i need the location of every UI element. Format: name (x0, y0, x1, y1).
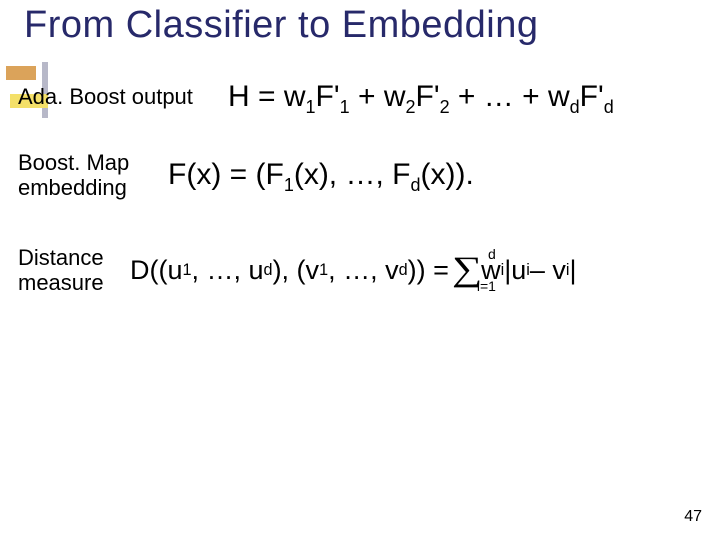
txt: F' (580, 80, 604, 113)
label-line: Distance (18, 245, 104, 270)
slide: From Classifier to Embedding Ada. Boost … (0, 0, 720, 540)
sigma-icon: ∑di=1 (452, 253, 482, 287)
txt: + … + (450, 80, 548, 113)
row-adaboost: Ada. Boost output H = w1F'1 + w2F'2 + … … (18, 80, 714, 114)
txt: (x)). (421, 158, 474, 191)
txt: )) = (408, 255, 449, 286)
label-distance: Distance measure (18, 245, 130, 296)
txt: w (384, 80, 406, 113)
label-adaboost: Ada. Boost output (18, 84, 228, 109)
label-line: Boost. Map (18, 150, 129, 175)
sub: 1 (284, 175, 294, 195)
txt: |u (504, 255, 526, 286)
slide-title: From Classifier to Embedding (24, 4, 539, 47)
txt: D((u (130, 255, 183, 286)
txt: , …, u (192, 255, 264, 286)
txt: + (350, 80, 384, 113)
sub: 1 (306, 97, 316, 117)
sub: 2 (406, 97, 416, 117)
formula-D: D((u1, …, ud), (v1, …, vd)) = ∑di=1 wi|u… (130, 253, 714, 287)
txt: F' (416, 80, 440, 113)
label-line: embedding (18, 175, 127, 200)
sigma-lower: i=1 (477, 279, 496, 293)
txt: F(x) = (F (168, 158, 284, 191)
txt: (x), …, F (294, 158, 411, 191)
sub: 1 (340, 97, 350, 117)
row-distance: Distance measure D((u1, …, ud), (v1, …, … (18, 245, 714, 296)
txt: w (284, 80, 306, 113)
sub: 2 (440, 97, 450, 117)
txt: | (570, 255, 577, 286)
sub: d (570, 97, 580, 117)
sub: d (604, 97, 614, 117)
label-line: measure (18, 270, 104, 295)
txt: w (548, 80, 570, 113)
txt: , …, v (328, 255, 399, 286)
txt: F' (316, 80, 340, 113)
txt: – v (530, 255, 566, 286)
txt: ), (v (273, 255, 320, 286)
row-boostmap: Boost. Map embedding F(x) = (F1(x), …, F… (18, 150, 714, 201)
txt: H = (228, 80, 284, 113)
label-boostmap: Boost. Map embedding (18, 150, 168, 201)
deco-bar-orange (6, 66, 36, 80)
sigma-upper: d (488, 247, 496, 261)
sub: d (410, 175, 420, 195)
formula-H: H = w1F'1 + w2F'2 + … + wdF'd (228, 80, 714, 114)
formula-F: F(x) = (F1(x), …, Fd(x)). (168, 158, 714, 192)
page-number: 47 (684, 508, 702, 526)
